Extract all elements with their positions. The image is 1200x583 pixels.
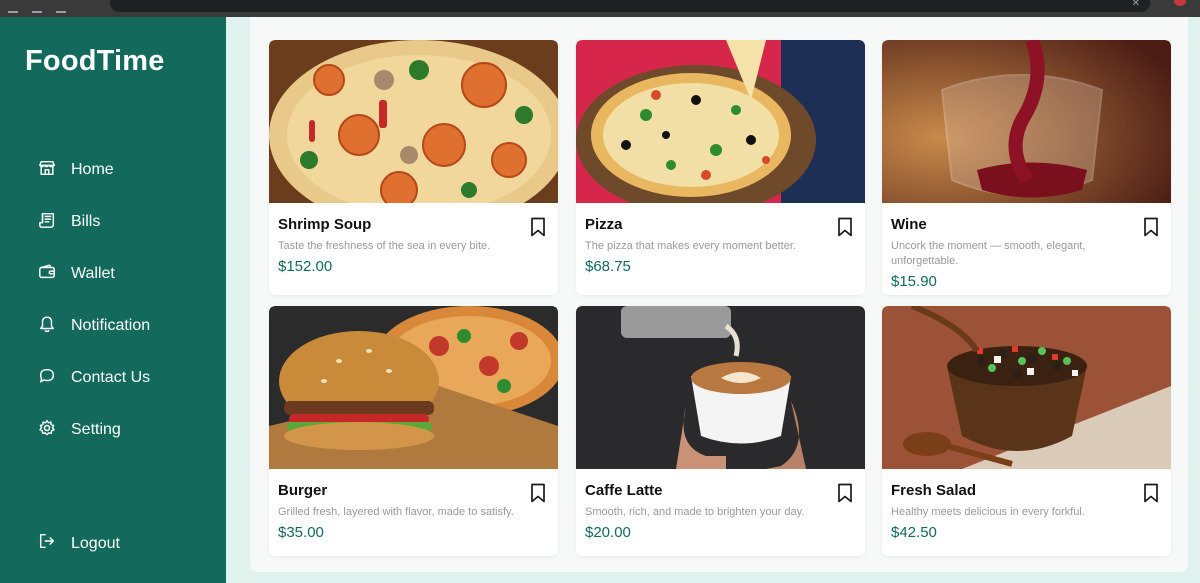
food-description: Smooth, rich, and made to brighten your … bbox=[585, 506, 805, 518]
logout-icon bbox=[38, 532, 56, 555]
browser-nav-buttons[interactable] bbox=[8, 0, 88, 13]
food-price: $42.50 bbox=[891, 524, 937, 541]
food-description: Healthy meets delicious in every forkful… bbox=[891, 506, 1085, 518]
sidebar-item-label: Contact Us bbox=[71, 369, 151, 386]
sidebar-item-label: Setting bbox=[71, 421, 121, 438]
shrimp-soup-photo bbox=[269, 40, 558, 203]
browser-address-bar[interactable] bbox=[110, 0, 1150, 12]
close-icon[interactable]: ✕ bbox=[1132, 0, 1140, 9]
food-description: The pizza that makes every moment better… bbox=[585, 240, 796, 252]
food-name: Burger bbox=[278, 482, 328, 499]
food-description: Uncork the moment — smooth, elegant, unf… bbox=[891, 240, 1086, 267]
logout-button[interactable]: Logout bbox=[38, 532, 120, 555]
brand-logo: FoodTime bbox=[25, 45, 165, 77]
sidebar: FoodTime Home Bills Wallet Notification bbox=[0, 17, 226, 583]
wallet-icon bbox=[38, 263, 56, 286]
browser-profile-avatar[interactable] bbox=[1174, 0, 1186, 6]
food-price: $68.75 bbox=[585, 258, 631, 275]
sidebar-item-home[interactable]: Home bbox=[38, 157, 150, 183]
bookmark-icon[interactable] bbox=[1143, 483, 1159, 503]
sidebar-item-label: Wallet bbox=[71, 265, 115, 282]
bookmark-icon[interactable] bbox=[837, 483, 853, 503]
menu-grid: Shrimp Soup Taste the freshness of the s… bbox=[250, 17, 1188, 572]
fresh-salad-photo bbox=[882, 306, 1171, 469]
bookmark-icon[interactable] bbox=[530, 217, 546, 237]
food-card-burger[interactable]: Burger Grilled fresh, layered with flavo… bbox=[269, 306, 558, 556]
bookmark-icon[interactable] bbox=[1143, 217, 1159, 237]
browser-toolbar: ✕ bbox=[0, 0, 1200, 17]
food-description: Taste the freshness of the sea in every … bbox=[278, 240, 491, 252]
store-icon bbox=[38, 159, 56, 182]
food-price: $35.00 bbox=[278, 524, 324, 541]
food-price: $152.00 bbox=[278, 258, 333, 275]
pizza-photo bbox=[576, 40, 865, 203]
bell-icon bbox=[38, 315, 56, 338]
food-card-pizza[interactable]: Pizza The pizza that makes every moment … bbox=[576, 40, 865, 295]
sidebar-item-contact-us[interactable]: Contact Us bbox=[38, 365, 150, 391]
food-price: $20.00 bbox=[585, 524, 631, 541]
gear-icon bbox=[38, 419, 56, 442]
sidebar-item-notification[interactable]: Notification bbox=[38, 313, 150, 339]
bookmark-icon[interactable] bbox=[530, 483, 546, 503]
caffe-latte-photo bbox=[576, 306, 865, 469]
burger-photo bbox=[269, 306, 558, 469]
sidebar-item-label: Notification bbox=[71, 317, 151, 334]
food-name: Wine bbox=[891, 216, 927, 233]
sidebar-nav: Home Bills Wallet Notification Contact U… bbox=[38, 157, 150, 469]
receipt-icon bbox=[38, 211, 56, 234]
sidebar-item-label: Bills bbox=[71, 213, 101, 230]
sidebar-item-wallet[interactable]: Wallet bbox=[38, 261, 150, 287]
food-name: Shrimp Soup bbox=[278, 216, 372, 233]
food-description: Grilled fresh, layered with flavor, made… bbox=[278, 506, 514, 518]
food-price: $15.90 bbox=[891, 273, 937, 290]
food-card-shrimp-soup[interactable]: Shrimp Soup Taste the freshness of the s… bbox=[269, 40, 558, 295]
wine-photo bbox=[882, 40, 1171, 203]
logout-label: Logout bbox=[71, 534, 120, 552]
bookmark-icon[interactable] bbox=[837, 217, 853, 237]
food-card-caffe-latte[interactable]: Caffe Latte Smooth, rich, and made to br… bbox=[576, 306, 865, 556]
food-name: Pizza bbox=[585, 216, 623, 233]
sidebar-item-label: Home bbox=[71, 161, 114, 178]
food-card-wine[interactable]: Wine Uncork the moment — smooth, elegant… bbox=[882, 40, 1171, 295]
food-name: Caffe Latte bbox=[585, 482, 663, 499]
sidebar-item-setting[interactable]: Setting bbox=[38, 417, 150, 443]
food-card-fresh-salad[interactable]: Fresh Salad Healthy meets delicious in e… bbox=[882, 306, 1171, 556]
sidebar-item-bills[interactable]: Bills bbox=[38, 209, 150, 235]
food-name: Fresh Salad bbox=[891, 482, 977, 499]
chat-icon bbox=[38, 367, 56, 390]
